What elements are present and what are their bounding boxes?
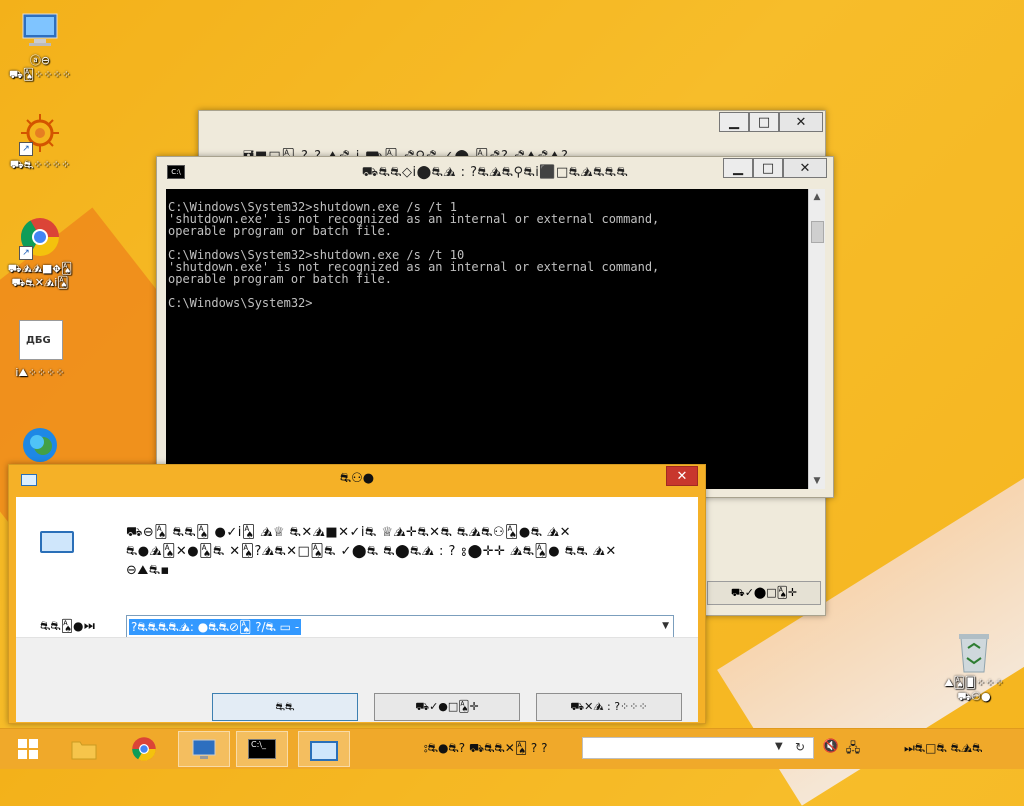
taskbar-run[interactable] — [298, 731, 350, 767]
desktop-icon-this-pc[interactable]: ⓐ⊖ ⛟🂡⁘⁘⁘⁘ — [0, 8, 80, 82]
desktop-icon-label: i⛰⁘⁘⁘⁘ — [15, 366, 65, 379]
windows-logo-icon — [18, 739, 38, 759]
run-icon — [310, 741, 338, 761]
network-icon[interactable]: 🖧 — [844, 739, 862, 757]
refresh-icon[interactable]: ↻ — [795, 740, 805, 754]
taskbar-chrome[interactable] — [118, 731, 170, 767]
desktop-icon-app-shortcut[interactable]: ↗ ⛟⛐⁘⁘⁘⁘ — [0, 112, 80, 172]
chevron-down-icon[interactable]: ▼ — [662, 621, 669, 631]
document-icon-text: ДБG — [26, 335, 51, 346]
chevron-down-icon[interactable]: ▼ — [775, 741, 783, 752]
console-line: C:\Windows\System32> — [168, 296, 313, 310]
start-button[interactable] — [2, 731, 54, 767]
desktop-icon-label: ⛟⛰⛰■⛖🂡 ⛟⛐✕⛰i🂡 — [7, 262, 73, 289]
scroll-thumb[interactable] — [811, 221, 824, 243]
desktop-icon-document[interactable]: ДБG i⛰⁘⁘⁘⁘ — [0, 320, 80, 380]
desktop-icon-label: ⓐ⊖ ⛟🂡⁘⁘⁘⁘ — [9, 54, 71, 81]
shortcut-arrow-icon: ↗ — [19, 246, 33, 260]
edge-icon — [19, 424, 61, 466]
minimize-button[interactable]: ▁ — [719, 112, 749, 132]
taskbar-toolbar-label: ⦂⛐●⛐? ⛟⛐⛐✕🂡 ? ? — [424, 741, 548, 755]
console-output[interactable]: C:\Windows\System32>shutdown.exe /s /t 1… — [166, 189, 808, 489]
minimize-button[interactable]: ▁ — [723, 158, 753, 178]
cmd-icon: C:\_ — [248, 739, 276, 759]
chrome-icon — [132, 737, 156, 761]
close-button[interactable]: ✕ — [783, 158, 827, 178]
chrome-icon: ↗ — [19, 216, 61, 260]
console-line: operable program or batch file. — [168, 224, 392, 238]
console-line: operable program or batch file. — [168, 272, 392, 286]
taskbar-clock[interactable]: ⏭⛐□⛐ ⛐⛰⛐ — [904, 741, 983, 757]
desktop-icon-label: ⛰🂡🂠⁘⁘⁘ ⛟⚇● — [944, 676, 1004, 703]
scroll-down-icon[interactable]: ▼ — [809, 473, 825, 489]
console-scrollbar[interactable]: ▲ ▼ — [808, 189, 825, 489]
cancel-button[interactable]: ⛟✓●□🂡✛ — [374, 693, 520, 721]
remote-desktop-icon — [192, 739, 216, 759]
background-window-button[interactable]: ⛟✓⬤□🂡✛ — [707, 581, 821, 605]
taskbar: C:\_ ⦂⛐●⛐? ⛟⛐⛐✕🂡 ? ? ▼ ↻ 🔇 🖧 ⏭⛐□⛐ ⛐⛰⛐ — [0, 728, 1024, 769]
command-prompt-window[interactable]: C:\ ⛟⛐⛐◇i⬤⛐⛰ : ?⛐⛰⛐⚲⛐i⬛□⛐⛰⛐⛐⛐ ▁ □ ✕ C:\W… — [156, 156, 834, 498]
volume-muted-icon[interactable]: 🔇 — [822, 739, 840, 757]
title-bar[interactable]: ⛐⚇● ✕ — [9, 465, 705, 491]
maximize-button[interactable]: □ — [749, 112, 779, 132]
scroll-up-icon[interactable]: ▲ — [809, 189, 825, 205]
run-dialog[interactable]: ⛐⚇● ✕ ⛟⊖🂡 ⛐⛐🂡 ●✓i🂡 ⛰♕ ⛐✕⛰■✕✓i⛐ ♕⛰✛⛐✕⛐ ⛐⛰… — [8, 464, 706, 724]
address-input[interactable]: ▼ ↻ — [582, 737, 814, 759]
desktop-icon-chrome[interactable]: ↗ ⛟⛰⛰■⛖🂡 ⛟⛐✕⛰i🂡 — [0, 216, 80, 290]
open-input[interactable]: ?⛐⛐⛐⛐⛰: ●⛐⛐⊘🂡 ?/⛐ ▭ - ▼ — [126, 615, 674, 639]
title-bar[interactable]: ▁ □ ✕ — [199, 111, 825, 141]
run-icon — [40, 531, 74, 553]
desktop-icon-recycle-bin[interactable]: ⛰🂡🂠⁘⁘⁘ ⛟⚇● — [934, 630, 1014, 704]
sun-app-icon: ↗ — [19, 112, 61, 156]
document-icon: ДБG — [19, 320, 63, 362]
maximize-button[interactable]: □ — [753, 158, 783, 178]
window-title: ⛐⚇● — [339, 471, 375, 486]
title-bar[interactable]: C:\ ⛟⛐⛐◇i⬤⛐⛰ : ?⛐⛰⛐⚲⛐i⬛□⛐⛰⛐⛐⛐ ▁ □ ✕ — [157, 157, 833, 189]
close-button[interactable]: ✕ — [779, 112, 823, 132]
taskbar-command-prompt[interactable]: C:\_ — [236, 731, 288, 767]
taskbar-file-explorer[interactable] — [58, 731, 110, 767]
taskbar-remote-desktop[interactable] — [178, 731, 230, 767]
open-label: ⛐⛐🂡●⏭ — [40, 619, 96, 633]
desktop-icon-label: ⛟⛐⁘⁘⁘⁘ — [9, 158, 71, 171]
run-dialog-body: ⛟⊖🂡 ⛐⛐🂡 ●✓i🂡 ⛰♕ ⛐✕⛰■✕✓i⛐ ♕⛰✛⛐✕⛐ ⛐⛰⛐⚇🂡●⛐ … — [16, 497, 698, 722]
recycle-bin-icon — [953, 630, 995, 673]
run-description: ⛟⊖🂡 ⛐⛐🂡 ●✓i🂡 ⛰♕ ⛐✕⛰■✕✓i⛐ ♕⛰✛⛐✕⛐ ⛐⛰⛐⚇🂡●⛐ … — [126, 525, 617, 578]
desktop-icon-edge[interactable] — [0, 424, 80, 466]
shortcut-arrow-icon: ↗ — [19, 142, 33, 156]
browse-button[interactable]: ⛟✕⛰ : ?⁘⁘⁘ — [536, 693, 682, 721]
close-button[interactable]: ✕ — [666, 466, 698, 486]
open-input-value[interactable]: ?⛐⛐⛐⛐⛰: ●⛐⛐⊘🂡 ?/⛐ ▭ - — [129, 619, 302, 635]
folder-icon — [71, 741, 97, 760]
ok-button[interactable]: ⛐⛐ — [212, 693, 358, 721]
computer-icon — [19, 8, 61, 50]
